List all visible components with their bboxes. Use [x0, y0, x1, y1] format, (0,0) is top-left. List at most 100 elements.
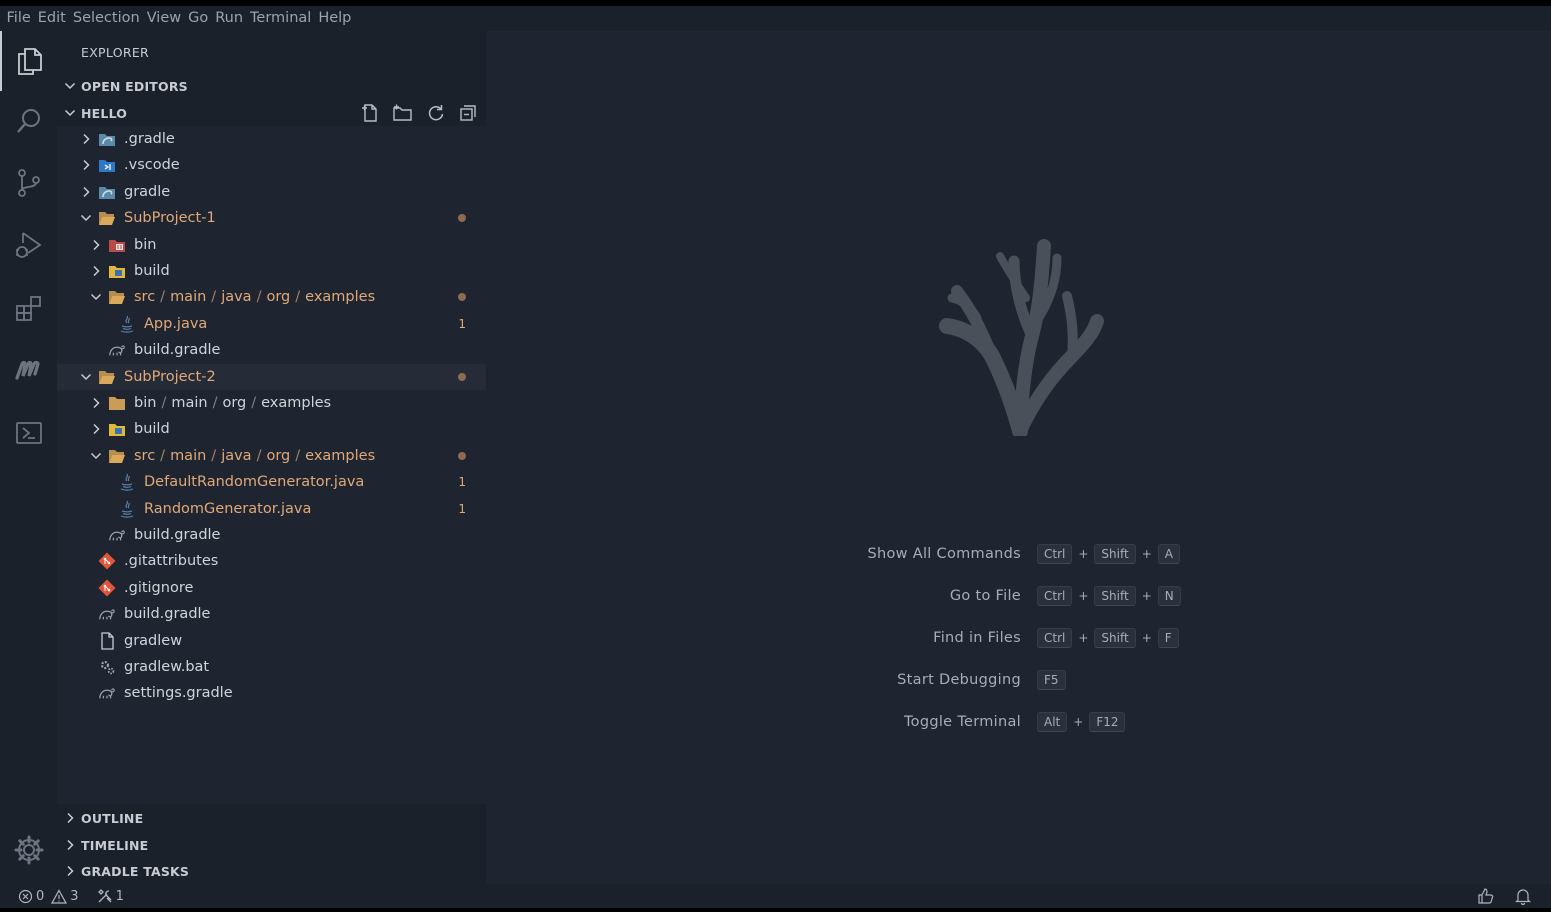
problem-count-badge: 1 [458, 475, 466, 490]
gradle-file-icon [108, 341, 126, 359]
file-icon [98, 631, 116, 650]
menu-view[interactable]: View [143, 6, 184, 31]
search-button[interactable] [0, 91, 57, 151]
files-icon [17, 48, 42, 75]
tree-item[interactable]: build [57, 416, 486, 442]
chevron-right-icon [83, 186, 90, 197]
run-debug-button[interactable] [0, 215, 57, 275]
tree-item[interactable]: settings.gradle [57, 680, 486, 706]
folder-icon [108, 394, 126, 412]
tree-item[interactable]: .gradle [57, 126, 486, 152]
tree-item[interactable]: bin / main / org / examples [57, 390, 486, 416]
tree-item[interactable]: SubProject-2 [57, 363, 486, 390]
outline-label: OUTLINE [81, 810, 144, 826]
shortcut-row: Show All Commands Ctrl + Shift + A [486, 541, 1551, 567]
menu-go[interactable]: Go [185, 6, 212, 31]
chevron-right-icon [83, 133, 90, 145]
tree-item[interactable]: build [57, 258, 486, 284]
open-editors-header[interactable]: OPEN EDITORS [57, 73, 486, 99]
collapse-all-icon[interactable] [458, 103, 478, 123]
extensions-button[interactable] [0, 278, 57, 338]
keybinding-key: Ctrl [1037, 628, 1073, 648]
problems-indicator[interactable]: 0 3 [18, 889, 79, 904]
new-folder-icon[interactable] [392, 103, 414, 123]
tree-item-label: build.gradle [134, 527, 221, 543]
tree-item[interactable]: gradlew.bat [57, 654, 486, 680]
gradle-tasks-label: GRADLE TASKS [81, 863, 190, 879]
tree-item[interactable]: DefaultRandomGenerator.java 1 [57, 469, 486, 495]
tree-item[interactable]: RandomGenerator.java 1 [57, 496, 486, 522]
shortcut-row: Find in Files Ctrl + Shift + F [486, 625, 1551, 651]
java-file-icon [118, 473, 136, 491]
gear-icon [14, 835, 43, 865]
refresh-icon[interactable] [426, 103, 446, 123]
menu-run[interactable]: Run [212, 6, 247, 31]
tree-item[interactable]: .vscode [57, 152, 486, 178]
window-bottom-edge [0, 908, 1551, 912]
outline-header[interactable]: OUTLINE [57, 805, 486, 831]
tools-icon [97, 889, 112, 903]
status-bar: 0 3 1 [0, 884, 1551, 908]
timeline-label: TIMELINE [81, 837, 149, 853]
search-icon [16, 109, 40, 133]
tree-item-label: src / main / java / org / examples [134, 447, 376, 464]
shortcut-name: Toggle Terminal [903, 714, 1021, 730]
keybinding-key: Alt [1037, 712, 1068, 732]
timeline-header[interactable]: TIMELINE [57, 832, 486, 858]
chevron-right-icon [67, 812, 74, 824]
problem-count-badge: 1 [458, 316, 466, 331]
shortcut-name: Show All Commands [867, 546, 1021, 562]
tree-item[interactable]: SubProject-1 [57, 205, 486, 231]
shortcut-name: Start Debugging [897, 672, 1021, 688]
folder-open-icon [98, 368, 116, 386]
modified-dot [458, 293, 466, 302]
tree-item[interactable]: bin [57, 232, 486, 258]
tree-item[interactable]: src / main / java / org / examples [57, 284, 486, 310]
tree-item-label: gradlew [124, 632, 183, 649]
workspace-header[interactable]: HELLO [57, 100, 486, 126]
run-debug-icon [15, 232, 42, 258]
terminal-button[interactable] [0, 403, 57, 463]
tree-item-label: .gitignore [124, 579, 194, 596]
keybinding-key: Shift [1094, 628, 1136, 648]
tree-item[interactable]: .gitignore [57, 575, 486, 601]
chevron-right-icon [67, 839, 74, 851]
gradle-tasks-header[interactable]: GRADLE TASKS [57, 858, 486, 884]
maven-button[interactable] [0, 340, 57, 400]
build-folder-icon [108, 262, 126, 280]
tree-item[interactable]: gradlew [57, 628, 486, 654]
bell-icon[interactable] [1515, 887, 1531, 905]
tree-item[interactable]: App.java 1 [57, 311, 486, 337]
vscode-folder-icon [98, 156, 116, 174]
manage-button[interactable] [0, 820, 57, 880]
menu-selection[interactable]: Selection [69, 6, 143, 31]
menu-terminal[interactable]: Terminal [247, 6, 315, 31]
tree-item[interactable]: build.gradle [57, 522, 486, 548]
shortcut-row: Toggle Terminal Alt + F12 [486, 709, 1551, 735]
chevron-down-icon [80, 373, 92, 380]
shortcut-row: Go to File Ctrl + Shift + N [486, 583, 1551, 609]
ports-count: 1 [115, 888, 124, 904]
keybinding-key: F [1157, 628, 1179, 648]
modified-dot [458, 451, 466, 460]
menu-help[interactable]: Help [315, 6, 355, 31]
tree-item[interactable]: build.gradle [57, 601, 486, 627]
tree-item[interactable]: gradle [57, 179, 486, 205]
new-file-icon[interactable] [360, 103, 380, 123]
chevron-right-icon [83, 160, 90, 171]
chevron-right-icon [93, 424, 100, 435]
explorer-button[interactable] [0, 31, 57, 91]
gradle-folder-icon [98, 130, 116, 148]
ports-indicator[interactable]: 1 [97, 888, 124, 904]
menu-edit[interactable]: Edit [34, 6, 69, 31]
menu-bar: File Edit Selection View Go Run Terminal… [0, 6, 1551, 31]
source-control-button[interactable] [0, 153, 57, 213]
tree-item[interactable]: src / main / java / org / examples [57, 443, 486, 469]
tree-item[interactable]: build.gradle [57, 337, 486, 363]
tree-item[interactable]: .gitattributes [57, 548, 486, 574]
keybinding-key: A [1157, 544, 1180, 564]
tree-item-label: gradle [124, 183, 171, 200]
feedback-icon[interactable] [1477, 887, 1495, 905]
menu-file[interactable]: File [3, 6, 34, 31]
tree-item-label: .vscode [124, 157, 180, 174]
